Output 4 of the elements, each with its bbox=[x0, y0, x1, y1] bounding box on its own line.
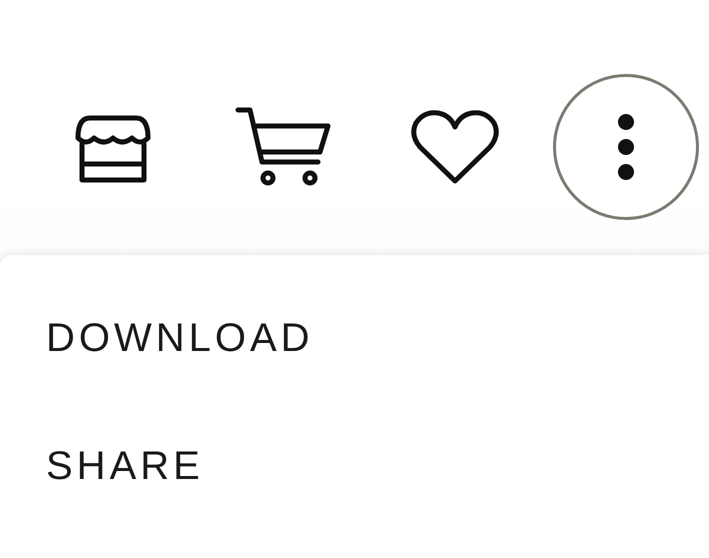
more-button[interactable] bbox=[553, 74, 699, 220]
menu-item[interactable]: DOWNLOAD bbox=[0, 300, 709, 428]
more-icon bbox=[618, 114, 634, 180]
menu-item[interactable]: SHARE bbox=[0, 428, 709, 556]
